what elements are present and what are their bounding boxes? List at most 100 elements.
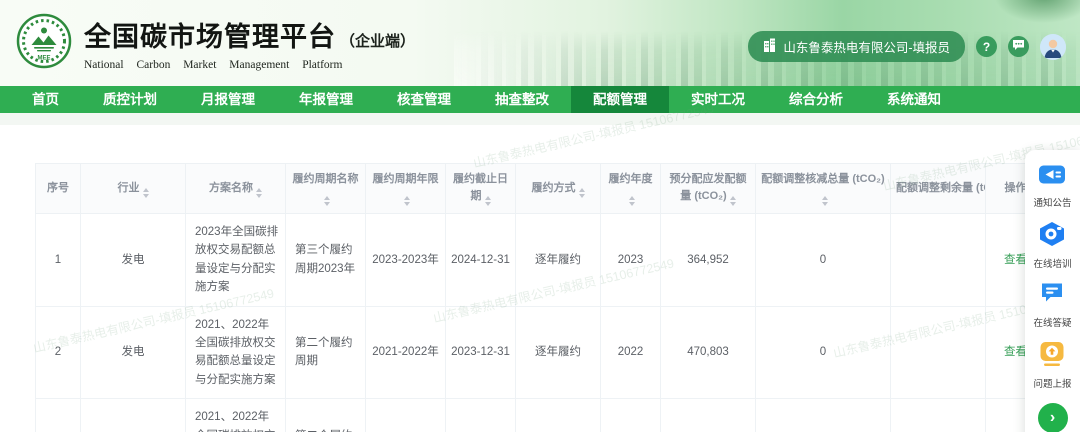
nav-tab-annual-report[interactable]: 年报管理 <box>277 86 375 113</box>
avatar[interactable] <box>1040 34 1066 60</box>
view-link[interactable]: 查看 <box>1004 346 1027 358</box>
sort-icon[interactable] <box>730 196 736 206</box>
qa-chat-icon <box>1039 282 1065 311</box>
sort-icon[interactable] <box>143 188 149 198</box>
cell-year: 2023 <box>601 214 661 307</box>
col-cycle-name[interactable]: 履约周期名称 <box>286 164 366 214</box>
question-icon: ? <box>983 40 990 54</box>
sort-icon[interactable] <box>324 196 330 206</box>
panel-item-issue-report[interactable]: 问题上报 <box>1033 341 1071 390</box>
col-adjust-remaining[interactable]: 配额调整剩余量 (tCO₂) <box>891 164 986 214</box>
cell-cycle-name: 第三个履约周期2023年 <box>286 214 366 307</box>
nav-tab-system-notice[interactable]: 系统通知 <box>865 86 963 113</box>
col-seq: 序号 <box>36 164 81 214</box>
sort-icon[interactable] <box>404 196 410 206</box>
quota-table: 序号 行业 方案名称 履约周期名称 履约周期年限 履约截止日期 履约方式 履约年… <box>35 163 1046 432</box>
col-industry[interactable]: 行业 <box>81 164 186 214</box>
sort-icon[interactable] <box>485 196 491 206</box>
cell-pre-allocation: 470,803 <box>661 399 756 432</box>
cell-adjust-reduction: 0 <box>756 214 891 307</box>
sort-icon[interactable] <box>579 188 585 198</box>
cell-cycle-name: 第二个履约周期 <box>286 306 366 399</box>
cell-seq: 1 <box>36 214 81 307</box>
quick-access-panel: 通知公告 在线培训 在线答疑 <box>1025 150 1080 432</box>
cell-industry: 发电 <box>81 399 186 432</box>
view-link[interactable]: 查看 <box>1004 254 1027 266</box>
page-title-suffix: （企业端） <box>340 30 415 51</box>
nav-tab-spot-check[interactable]: 抽查整改 <box>473 86 571 113</box>
col-pre-allocation[interactable]: 预分配应发配额量 (tCO₂) <box>661 164 756 214</box>
cell-cycle-years: 2023-2023年 <box>366 214 446 307</box>
cell-adjust-remaining <box>891 214 986 307</box>
panel-item-label: 在线培训 <box>1033 256 1071 270</box>
cell-year: 2021 <box>601 399 661 432</box>
table-row: 3 发电 2021、2022年全国碳排放权交易配额总量设定与分配实施方案 第二个… <box>36 399 1046 432</box>
panel-item-label: 问题上报 <box>1033 376 1071 390</box>
help-button[interactable]: ? <box>976 36 997 57</box>
cell-method: 逐年履约 <box>516 214 601 307</box>
mee-logo-icon: MEE <box>16 13 72 69</box>
chat-icon <box>1012 39 1025 54</box>
upload-icon <box>1039 341 1065 372</box>
main-nav: 首页 质控计划 月报管理 年报管理 核查管理 抽查整改 配额管理 实时工况 综合… <box>0 86 1080 113</box>
chevron-right-icon: › <box>1050 409 1055 427</box>
header-actions: 山东鲁泰热电有限公司-填报员 ? <box>748 31 1066 62</box>
cell-industry: 发电 <box>81 306 186 399</box>
cell-seq: 3 <box>36 399 81 432</box>
announcement-icon <box>1038 163 1066 191</box>
branding: 全国碳市场管理平台 （企业端） National Carbon Market M… <box>84 15 415 71</box>
cell-pre-allocation: 470,803 <box>661 306 756 399</box>
cell-deadline: 2023-12-31 <box>446 399 516 432</box>
app-header: MEE 全国碳市场管理平台 （企业端） National Carbon Mark… <box>0 0 1080 86</box>
cell-deadline: 2024-12-31 <box>446 214 516 307</box>
panel-item-training[interactable]: 在线培训 <box>1033 221 1071 270</box>
cell-adjust-remaining <box>891 399 986 432</box>
table-row: 1 发电 2023年全国碳排放权交易配额总量设定与分配实施方案 第三个履约周期2… <box>36 214 1046 307</box>
cell-plan-name: 2023年全国碳排放权交易配额总量设定与分配实施方案 <box>186 214 286 307</box>
nav-tab-quality-plan[interactable]: 质控计划 <box>81 86 179 113</box>
nav-tab-analysis[interactable]: 综合分析 <box>767 86 865 113</box>
cell-method: 逐年履约 <box>516 399 601 432</box>
cell-adjust-reduction: 0 <box>756 399 891 432</box>
panel-item-announcements[interactable]: 通知公告 <box>1033 163 1071 209</box>
sort-icon[interactable] <box>629 196 635 206</box>
collapse-panel-button[interactable]: › <box>1038 403 1068 432</box>
col-adjust-reduction[interactable]: 配额调整核减总量 (tCO₂) <box>756 164 891 214</box>
training-icon <box>1038 221 1066 252</box>
col-deadline[interactable]: 履约截止日期 <box>446 164 516 214</box>
col-year[interactable]: 履约年度 <box>601 164 661 214</box>
cell-pre-allocation: 364,952 <box>661 214 756 307</box>
building-icon <box>763 38 776 55</box>
col-plan-name[interactable]: 方案名称 <box>186 164 286 214</box>
svg-text:MEE: MEE <box>37 56 50 62</box>
sort-icon[interactable] <box>256 188 262 198</box>
cell-adjust-remaining <box>891 306 986 399</box>
nav-tab-quota[interactable]: 配额管理 <box>571 86 669 113</box>
table-header-row: 序号 行业 方案名称 履约周期名称 履约周期年限 履约截止日期 履约方式 履约年… <box>36 164 1046 214</box>
cell-plan-name: 2021、2022年全国碳排放权交易配额总量设定与分配实施方案 <box>186 399 286 432</box>
cell-adjust-reduction: 0 <box>756 306 891 399</box>
col-cycle-years[interactable]: 履约周期年限 <box>366 164 446 214</box>
org-badge[interactable]: 山东鲁泰热电有限公司-填报员 <box>748 31 965 62</box>
cell-deadline: 2023-12-31 <box>446 306 516 399</box>
cell-seq: 2 <box>36 306 81 399</box>
page-subtitle-english: National Carbon Market Management Platfo… <box>84 59 415 71</box>
sort-icon[interactable] <box>822 196 828 206</box>
table-row: 2 发电 2021、2022年全国碳排放权交易配额总量设定与分配实施方案 第二个… <box>36 306 1046 399</box>
cell-industry: 发电 <box>81 214 186 307</box>
content-area: 序号 行业 方案名称 履约周期名称 履约周期年限 履约截止日期 履约方式 履约年… <box>0 125 1080 432</box>
nav-tab-verification[interactable]: 核查管理 <box>375 86 473 113</box>
panel-item-label: 在线答疑 <box>1033 315 1071 329</box>
nav-tab-monthly-report[interactable]: 月报管理 <box>179 86 277 113</box>
panel-item-qa[interactable]: 在线答疑 <box>1033 282 1071 329</box>
org-badge-label: 山东鲁泰热电有限公司-填报员 <box>783 37 950 56</box>
col-method[interactable]: 履约方式 <box>516 164 601 214</box>
page-title: 全国碳市场管理平台 <box>84 15 336 54</box>
nav-tab-home[interactable]: 首页 <box>10 86 81 113</box>
message-button[interactable] <box>1008 36 1029 57</box>
nav-tab-realtime-status[interactable]: 实时工况 <box>669 86 767 113</box>
cell-plan-name: 2021、2022年全国碳排放权交易配额总量设定与分配实施方案 <box>186 306 286 399</box>
cell-year: 2022 <box>601 306 661 399</box>
cell-cycle-name: 第二个履约周期 <box>286 399 366 432</box>
cell-cycle-years: 2021-2022年 <box>366 306 446 399</box>
